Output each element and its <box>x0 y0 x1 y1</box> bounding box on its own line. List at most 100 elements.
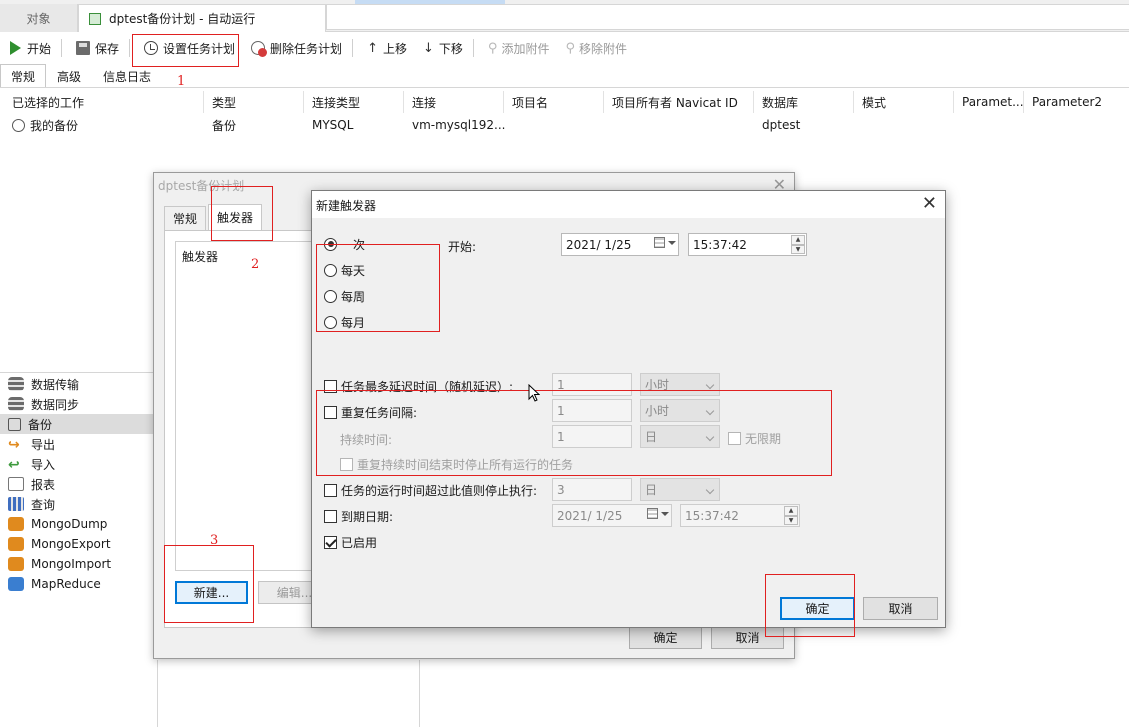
chevron-down-icon <box>668 240 676 245</box>
list-item[interactable]: MongoImport <box>0 554 155 574</box>
toolbar-separator <box>129 39 131 57</box>
plan-ok-label: 确定 <box>653 631 678 645</box>
list-item[interactable]: 查询 <box>0 494 155 514</box>
trigger-cancel-button[interactable]: 取消 <box>863 597 938 620</box>
import-icon: ↩ <box>8 457 20 473</box>
stop-if-longer-label: 任务的运行时间超过此值则停止执行: <box>341 483 538 498</box>
subtab-general-label: 常规 <box>11 70 36 84</box>
calendar-dropdown-icon <box>654 237 676 248</box>
start-date-picker[interactable]: 2021/ 1/25 <box>561 233 679 256</box>
spin-buttons[interactable]: ▲ ▼ <box>791 235 805 254</box>
list-item-label: 数据传输 <box>31 377 80 392</box>
chevron-down-icon <box>661 511 669 516</box>
list-item[interactable]: ↪ 导出 <box>0 434 155 454</box>
column-header[interactable]: Paramet... <box>954 91 1024 113</box>
list-item[interactable]: MongoExport <box>0 534 155 554</box>
column-header[interactable]: 已选择的工作 <box>4 91 204 113</box>
cell-text: dptest <box>762 118 801 132</box>
move-up-button[interactable]: ↑ 上移 <box>361 36 413 60</box>
spin-down-icon[interactable]: ▼ <box>784 515 798 525</box>
column-header-label: 连接 <box>412 95 437 110</box>
expire-time-spinner[interactable]: 15:37:42 ▲ ▼ <box>680 504 800 527</box>
annotation-box <box>211 186 273 241</box>
expire-date-value: 2021/ 1/25 <box>557 508 623 523</box>
paperclip-icon: ⚲ <box>487 40 498 56</box>
close-icon[interactable]: ✕ <box>922 193 937 214</box>
trigger-list[interactable]: 触发器 <box>175 241 315 571</box>
move-down-button[interactable]: ↓ 下移 <box>417 36 469 60</box>
column-header[interactable]: 项目名 <box>504 91 604 113</box>
spin-up-icon[interactable]: ▲ <box>791 235 805 245</box>
list-item-label: 报表 <box>31 477 56 492</box>
toolbar-separator <box>61 39 63 57</box>
delete-schedule-button[interactable]: 删除任务计划 <box>245 36 348 60</box>
list-item[interactable]: ↩ 导入 <box>0 454 155 474</box>
list-item[interactable]: 数据同步 <box>0 394 155 414</box>
annotation-box <box>164 545 254 623</box>
start-time-value: 15:37:42 <box>693 237 747 252</box>
start-time-spinner[interactable]: 15:37:42 ▲ ▼ <box>688 233 807 256</box>
spin-buttons[interactable]: ▲ ▼ <box>784 506 798 525</box>
column-header[interactable]: 类型 <box>204 91 304 113</box>
tab-objects[interactable]: 对象 <box>0 4 78 32</box>
grid-cell: MYSQL <box>304 114 353 136</box>
grid-cell: dptest <box>754 114 800 136</box>
middle-pane <box>157 660 420 727</box>
column-header-label: Parameter2 <box>1032 95 1103 109</box>
tab-bar-empty-area <box>326 4 1129 30</box>
expire-time-value: 15:37:42 <box>685 508 739 523</box>
enabled-checkbox[interactable]: 已启用 <box>324 533 377 551</box>
column-header[interactable]: 连接 <box>404 91 504 113</box>
tab-backup-plan[interactable]: dptest备份计划 - 自动运行 <box>78 4 326 32</box>
subtab-advanced[interactable]: 高级 <box>46 64 92 88</box>
plan-icon <box>89 12 101 25</box>
save-button[interactable]: 保存 <box>70 36 125 60</box>
object-type-list: 数据传输 数据同步 备份 ↪ 导出 ↩ 导入 报表 查询 MongoDump Mon… <box>0 372 157 727</box>
column-header-label: 已选择的工作 <box>12 95 85 110</box>
list-item-label: 导入 <box>31 457 56 472</box>
column-header[interactable]: Parameter2 <box>1024 91 1129 113</box>
list-item[interactable]: 数据传输 <box>0 374 155 394</box>
list-item[interactable]: MapReduce <box>0 574 155 594</box>
list-item[interactable]: 备份 <box>0 414 155 434</box>
list-item[interactable]: 报表 <box>0 474 155 494</box>
start-label: 开始 <box>27 41 52 56</box>
column-header[interactable]: 数据库 <box>754 91 854 113</box>
data-sync-icon <box>8 397 24 411</box>
start-button[interactable]: 开始 <box>4 36 57 60</box>
stop-if-longer-input[interactable]: 3 <box>552 478 632 501</box>
column-header[interactable]: 模式 <box>854 91 954 113</box>
play-icon <box>10 41 21 55</box>
job-grid-header: 已选择的工作 类型 连接类型 连接 项目名 项目所有者 Navicat ID 数… <box>0 91 1129 113</box>
list-item-label: MongoDump <box>31 517 108 531</box>
subtab-log[interactable]: 信息日志 <box>92 64 162 88</box>
add-attachment-label: 添加附件 <box>501 41 550 56</box>
grid-cell: vm-mysql192... <box>404 114 505 136</box>
table-row[interactable]: 我的备份 备份 MYSQL vm-mysql192... dptest <box>0 114 1129 136</box>
spin-up-icon[interactable]: ▲ <box>784 506 798 516</box>
tab-objects-label: 对象 <box>26 11 51 26</box>
add-attachment-button[interactable]: ⚲ 添加附件 <box>482 36 556 60</box>
plan-ok-button[interactable]: 确定 <box>629 626 702 649</box>
expire-date-label: 到期日期: <box>341 509 394 524</box>
mongoexport-icon <box>8 537 24 551</box>
column-header-label: 项目所有者 Navicat ID <box>612 95 738 110</box>
stop-if-longer-checkbox[interactable]: 任务的运行时间超过此值则停止执行: <box>324 481 537 499</box>
stop-if-longer-unit-select[interactable]: 日 <box>640 478 720 501</box>
spin-down-icon[interactable]: ▼ <box>791 244 805 254</box>
expire-date-checkbox[interactable]: 到期日期: <box>324 507 393 525</box>
enabled-label: 已启用 <box>341 535 378 550</box>
tab-general[interactable]: 常规 <box>164 206 207 230</box>
list-item[interactable]: MongoDump <box>0 514 155 534</box>
column-header[interactable]: 项目所有者 Navicat ID <box>604 91 754 113</box>
save-label: 保存 <box>95 41 120 56</box>
remove-attachment-button[interactable]: ⚲ 移除附件 <box>559 36 633 60</box>
start-date-value: 2021/ 1/25 <box>566 237 632 252</box>
calendar-icon <box>654 237 665 248</box>
expire-date-picker[interactable]: 2021/ 1/25 <box>552 504 672 527</box>
subtab-general[interactable]: 常规 <box>0 64 47 88</box>
column-header[interactable]: 连接类型 <box>304 91 404 113</box>
toolbar-separator <box>472 39 474 57</box>
list-item-label: MapReduce <box>31 577 101 591</box>
list-item-label: MongoExport <box>31 537 111 551</box>
